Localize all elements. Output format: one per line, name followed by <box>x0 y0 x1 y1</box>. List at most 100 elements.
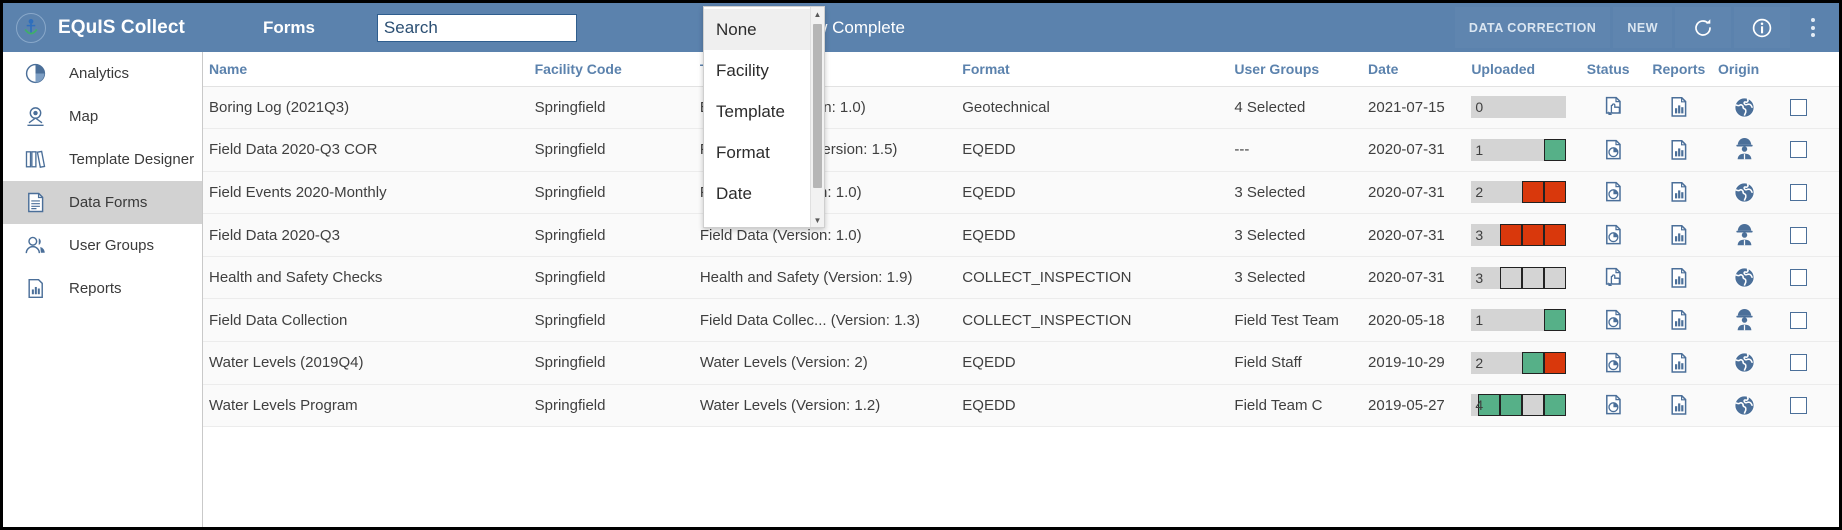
table-row[interactable]: Field Events 2020-MonthlySpringfieldFiel… <box>203 171 1839 215</box>
dropdown-item-format[interactable]: Format <box>704 132 810 173</box>
report-chart-icon[interactable] <box>1652 138 1706 162</box>
row-select-checkbox[interactable] <box>1789 98 1807 116</box>
search-input[interactable] <box>383 17 570 38</box>
cell-select[interactable] <box>1783 298 1839 343</box>
scrollbar-thumb[interactable] <box>813 24 822 188</box>
cell-reports[interactable] <box>1652 384 1718 428</box>
dropdown-item-template[interactable]: Template <box>704 91 810 132</box>
dropdown-item-label: None <box>716 19 757 39</box>
report-chart-icon[interactable] <box>1652 308 1706 332</box>
users-icon <box>21 234 49 257</box>
report-chart-icon[interactable] <box>1652 393 1706 417</box>
cell-select[interactable] <box>1783 86 1839 130</box>
report-chart-icon[interactable] <box>1652 351 1706 375</box>
table-row[interactable]: Health and Safety Checks Springfield Healt… <box>203 256 1839 300</box>
cell-reports[interactable] <box>1652 298 1718 343</box>
document-pie-icon[interactable] <box>1587 393 1641 417</box>
cell-select[interactable] <box>1783 171 1839 215</box>
row-checkbox-wrap[interactable] <box>1784 226 1839 244</box>
report-chart-icon[interactable] <box>1652 180 1706 204</box>
cell-reports[interactable] <box>1652 213 1718 257</box>
row-checkbox-wrap[interactable] <box>1784 311 1839 329</box>
document-pie-icon[interactable] <box>1587 308 1641 332</box>
table-row[interactable]: Field Data Collection Springfield Field Da… <box>203 298 1839 343</box>
cell-reports[interactable] <box>1652 341 1718 385</box>
cell-status[interactable] <box>1586 171 1653 215</box>
report-chart-icon[interactable] <box>1652 223 1706 247</box>
table-row[interactable]: Boring Log (2021Q3)SpringfieldBoring Log… <box>203 86 1839 130</box>
column-header-status[interactable]: Status <box>1586 52 1653 87</box>
row-select-checkbox[interactable] <box>1789 311 1807 329</box>
cell-status[interactable] <box>1586 384 1653 428</box>
cell-reports[interactable] <box>1652 86 1718 130</box>
report-chart-icon[interactable] <box>1652 95 1706 119</box>
sidebar-item-template-designer[interactable]: Template Designer <box>3 138 202 181</box>
row-select-checkbox[interactable] <box>1789 396 1807 414</box>
column-header-format[interactable]: Format <box>956 52 1229 87</box>
column-header-reports[interactable]: Reports <box>1652 52 1718 87</box>
row-checkbox-wrap[interactable] <box>1784 354 1839 372</box>
cell-select[interactable] <box>1783 256 1839 300</box>
dropdown-item-date[interactable]: Date <box>704 173 810 214</box>
data-correction-button[interactable]: DATA CORRECTION <box>1454 7 1611 48</box>
table-row[interactable]: Field Data 2020-Q3 CORSpringfieldField D… <box>203 128 1839 172</box>
column-header-uploaded[interactable]: Uploaded <box>1465 52 1587 87</box>
kebab-menu-icon[interactable] <box>1793 7 1833 48</box>
column-header-origin[interactable]: Origin <box>1717 52 1784 87</box>
cell-select[interactable] <box>1783 128 1839 172</box>
new-button[interactable]: NEW <box>1613 7 1672 48</box>
cell-status[interactable] <box>1586 341 1653 385</box>
column-header-facility-code[interactable]: Facility Code <box>528 52 694 87</box>
dropdown-scrollbar[interactable]: ▲ ▼ <box>810 7 824 227</box>
report-chart-icon[interactable] <box>1652 266 1706 290</box>
sidebar-item-analytics[interactable]: Analytics <box>3 52 202 95</box>
column-header-user-groups[interactable]: User Groups <box>1228 52 1363 87</box>
cell-status[interactable] <box>1586 213 1653 257</box>
row-checkbox-wrap[interactable] <box>1784 141 1839 159</box>
scroll-up-arrow-icon[interactable]: ▲ <box>811 7 824 21</box>
equis-anchor-logo-icon[interactable] <box>15 12 46 43</box>
cell-status[interactable] <box>1586 128 1653 172</box>
row-checkbox-wrap[interactable] <box>1784 183 1839 201</box>
cell-select[interactable] <box>1783 341 1839 385</box>
cell-select[interactable] <box>1783 213 1839 257</box>
cell-status[interactable] <box>1586 298 1653 343</box>
search-box[interactable] <box>376 13 577 42</box>
document-pie-icon[interactable] <box>1587 351 1641 375</box>
row-select-checkbox[interactable] <box>1789 226 1807 244</box>
cell-reports[interactable] <box>1652 171 1718 215</box>
row-select-checkbox[interactable] <box>1789 183 1807 201</box>
column-header-name[interactable]: Name <box>203 52 529 87</box>
table-row[interactable]: Field Data 2020-Q3 Springfield Field Data … <box>203 213 1839 257</box>
cell-reports[interactable] <box>1652 128 1718 172</box>
sidebar-item-data-forms[interactable]: Data Forms <box>3 181 202 224</box>
cell-reports[interactable] <box>1652 256 1718 300</box>
document-pie-icon[interactable] <box>1587 223 1641 247</box>
dropdown-item-facility[interactable]: Facility <box>704 50 810 91</box>
table-row[interactable]: Water Levels (2019Q4) Springfield Water Le… <box>203 341 1839 385</box>
column-header-date[interactable]: Date <box>1362 52 1466 87</box>
document-click-icon[interactable] <box>1587 266 1641 290</box>
dropdown-item-none[interactable]: None <box>704 9 810 50</box>
table-row[interactable]: Water Levels Program Springfield Water Lev… <box>203 384 1839 428</box>
sidebar-item-map[interactable]: Map <box>3 95 202 138</box>
refresh-icon[interactable] <box>1675 7 1731 48</box>
info-icon[interactable] <box>1734 7 1790 48</box>
cell-status[interactable] <box>1586 256 1653 300</box>
upload-progress-bar: 3 <box>1471 266 1567 289</box>
document-pie-icon[interactable] <box>1587 180 1641 204</box>
row-select-checkbox[interactable] <box>1789 354 1807 372</box>
sidebar-item-reports[interactable]: Reports <box>3 267 202 310</box>
row-checkbox-wrap[interactable] <box>1784 396 1839 414</box>
cell-select[interactable] <box>1783 384 1839 428</box>
sidebar-item-user-groups[interactable]: User Groups <box>3 224 202 267</box>
row-select-checkbox[interactable] <box>1789 141 1807 159</box>
document-pie-icon[interactable] <box>1587 138 1641 162</box>
row-select-checkbox[interactable] <box>1789 269 1807 287</box>
row-checkbox-wrap[interactable] <box>1784 269 1839 287</box>
group-by-dropdown[interactable]: None Facility Template Format Date ▲ ▼ <box>703 6 825 228</box>
cell-status[interactable] <box>1586 86 1653 130</box>
scroll-down-arrow-icon[interactable]: ▼ <box>811 213 824 227</box>
row-checkbox-wrap[interactable] <box>1784 98 1839 116</box>
document-click-icon[interactable] <box>1587 95 1641 119</box>
